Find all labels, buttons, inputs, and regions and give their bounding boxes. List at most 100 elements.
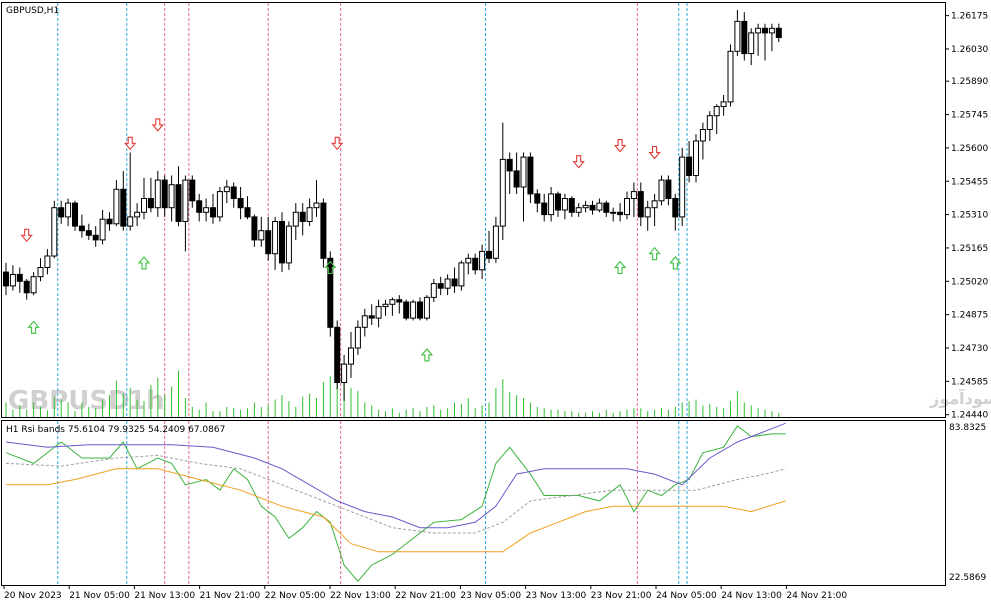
candle <box>644 200 651 231</box>
sell-arrow-icon <box>572 155 585 169</box>
candle <box>624 191 630 220</box>
time-tick-label: 21 Nov 21:00 <box>200 591 261 601</box>
candle <box>472 253 479 275</box>
candle <box>244 196 251 220</box>
price-tick-label: 1.25745 <box>951 111 988 121</box>
price-tick-label: 1.24875 <box>951 311 988 321</box>
trading-chart: GBPUSD 1h انتشار در سایت سودآموز GBPUSD,… <box>1 2 991 601</box>
candle <box>534 189 541 213</box>
candle <box>16 267 23 293</box>
sell-arrow-icon <box>613 139 627 153</box>
candle <box>341 354 348 401</box>
candle <box>279 212 285 273</box>
candle <box>147 177 154 213</box>
candle <box>134 203 141 227</box>
watermark-timeframe: 1h <box>128 386 165 416</box>
candle <box>348 331 354 378</box>
candle <box>306 198 313 227</box>
candle <box>251 214 258 247</box>
candle <box>237 187 244 220</box>
candle <box>23 279 30 300</box>
time-tick-label: 21 Nov 05:00 <box>69 591 130 601</box>
candle <box>210 193 216 224</box>
time-tick-label: 23 Nov 21:00 <box>591 591 652 601</box>
time-tick-label: 24 Nov 21:00 <box>786 591 847 601</box>
candle <box>713 104 720 135</box>
candle <box>127 152 134 231</box>
candle <box>313 180 320 217</box>
candle <box>168 175 175 222</box>
candle <box>65 198 72 227</box>
candle <box>741 12 748 61</box>
time-tick-label: 20 Nov 2023 <box>4 591 62 601</box>
candle <box>37 258 44 282</box>
time-tick-label: 24 Nov 13:00 <box>721 591 782 601</box>
candle <box>154 170 161 217</box>
candle <box>44 249 51 275</box>
candle <box>417 297 423 321</box>
indicator-max-label: 83.8325 <box>949 423 986 433</box>
candle <box>396 295 403 314</box>
candle <box>610 207 617 222</box>
watermark-site: انتشار در سایت سودآموز <box>929 388 991 408</box>
candle <box>78 214 85 238</box>
candle <box>30 272 37 296</box>
candle <box>520 152 527 222</box>
candle <box>320 198 327 268</box>
candle <box>92 226 99 247</box>
price-tick-label: 1.25600 <box>951 144 988 154</box>
candle <box>748 28 755 66</box>
candle <box>527 152 534 204</box>
candle <box>175 166 182 227</box>
candle <box>361 308 368 337</box>
time-tick-label: 22 Nov 21:00 <box>395 591 456 601</box>
candle <box>3 262 9 296</box>
candle <box>603 200 610 217</box>
price-axis: 1.26175 1.26030 1.25890 1.25745 1.25600 1.254… <box>945 12 988 421</box>
time-tick-label: 23 Nov 05:00 <box>460 591 521 601</box>
candle <box>285 221 292 270</box>
candle <box>72 200 78 231</box>
price-tick-label: 1.26030 <box>951 45 988 55</box>
indicator-line <box>6 468 786 553</box>
candle <box>272 216 279 270</box>
time-axis: 20 Nov 2023 21 Nov 05:00 21 Nov 13:00 21 No… <box>3 585 847 601</box>
candle <box>513 152 520 194</box>
candle <box>699 122 706 160</box>
indicator-lines <box>5 422 786 582</box>
candle <box>423 295 430 321</box>
price-tick-label: 1.24585 <box>951 377 988 387</box>
candle <box>734 9 741 56</box>
symbol-label: GBPUSD,H1 <box>6 6 59 16</box>
price-tick-label: 1.24730 <box>951 344 988 354</box>
candle <box>444 274 451 296</box>
candle <box>658 175 665 206</box>
candle <box>196 193 203 222</box>
price-tick-label: 1.25455 <box>951 177 988 187</box>
candle <box>548 187 555 222</box>
candle <box>292 203 299 240</box>
candle <box>582 200 589 213</box>
candle <box>430 279 437 302</box>
buy-arrow-icon <box>27 320 40 334</box>
candle <box>161 175 168 217</box>
sell-arrow-icon <box>151 118 164 132</box>
buy-arrow-icon <box>613 260 627 275</box>
price-tick-label: 1.25165 <box>951 244 988 254</box>
candle <box>775 23 782 43</box>
candle <box>389 297 396 316</box>
candle <box>410 299 417 321</box>
buy-arrow-icon <box>137 256 151 270</box>
time-tick-label: 23 Nov 13:00 <box>526 591 587 601</box>
candle <box>223 180 230 204</box>
vertical-lines <box>57 3 688 585</box>
candle <box>354 320 361 355</box>
sell-arrow-icon <box>648 145 661 160</box>
candle <box>555 191 561 217</box>
candle <box>216 187 223 222</box>
candle <box>120 170 127 231</box>
candle <box>106 212 113 231</box>
time-tick-label: 21 Nov 13:00 <box>134 591 195 601</box>
candle <box>189 175 196 208</box>
candles <box>3 9 782 401</box>
